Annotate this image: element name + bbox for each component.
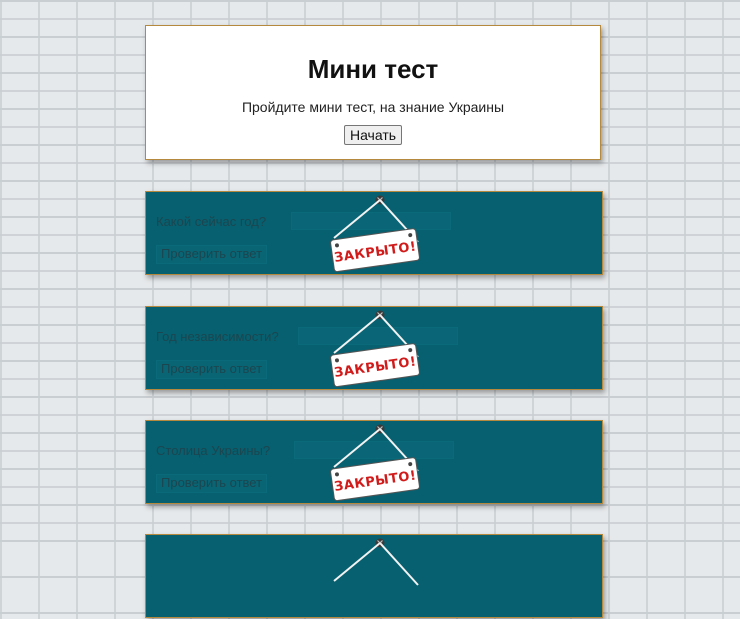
closed-sign: ЗАКРЫТО! bbox=[330, 310, 420, 388]
closed-sign-text: ЗАКРЫТО! bbox=[333, 354, 417, 380]
closed-sign: ЗАКРЫТО! bbox=[330, 424, 420, 502]
check-answer-button[interactable]: Проверить ответ bbox=[156, 474, 268, 493]
check-answer-button[interactable]: Проверить ответ bbox=[156, 245, 268, 264]
intro-card: Мини тест Пройдите мини тест, на знание … bbox=[145, 25, 601, 160]
closed-sign: ЗАКРЫТО! bbox=[330, 195, 420, 273]
question-card-year: Какой сейчас год? Проверить ответ ЗАКРЫТ… bbox=[145, 191, 603, 275]
nail-icon bbox=[375, 538, 385, 548]
page-subtitle: Пройдите мини тест, на знание Украины bbox=[241, 99, 505, 115]
closed-sign-text: ЗАКРЫТО! bbox=[333, 468, 417, 494]
question-label: Год независимости? bbox=[156, 329, 279, 344]
answer-input[interactable] bbox=[298, 327, 458, 345]
question-card-4 bbox=[145, 534, 603, 618]
question-label: Столица Украины? bbox=[156, 443, 271, 458]
answer-input[interactable] bbox=[294, 441, 454, 459]
question-card-independence: Год независимости? Проверить ответ ЗАКРЫ… bbox=[145, 306, 603, 390]
closed-sign bbox=[333, 538, 419, 586]
nail-icon bbox=[375, 310, 385, 320]
start-button[interactable]: Начать bbox=[343, 125, 403, 145]
question-card-capital: Столица Украины? Проверить ответ ЗАКРЫТО… bbox=[145, 420, 603, 504]
check-answer-button[interactable]: Проверить ответ bbox=[156, 360, 268, 379]
page-title: Мини тест bbox=[307, 54, 439, 84]
question-label: Какой сейчас год? bbox=[156, 214, 267, 229]
nail-icon bbox=[375, 195, 385, 205]
answer-input[interactable] bbox=[291, 212, 451, 230]
nail-icon bbox=[375, 424, 385, 434]
closed-sign-text: ЗАКРЫТО! bbox=[333, 239, 417, 265]
